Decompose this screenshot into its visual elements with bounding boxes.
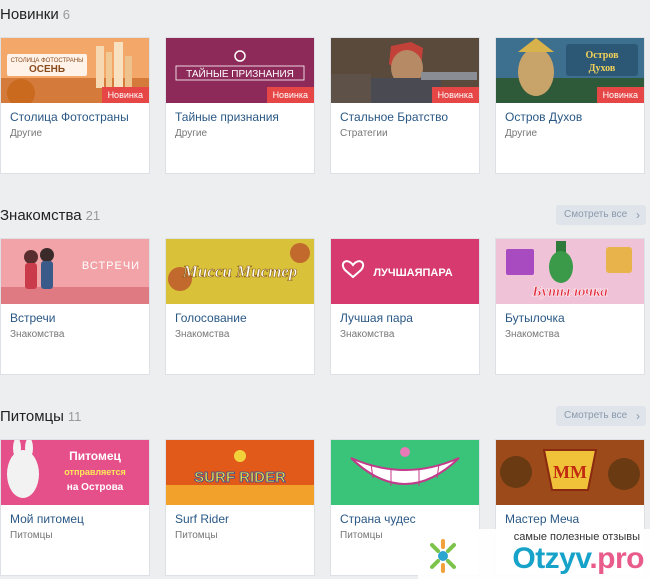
section-title-label: Питомцы: [0, 408, 64, 425]
banner-image: [331, 440, 479, 505]
svg-text:на Острова: на Острова: [67, 482, 124, 493]
game-title[interactable]: Лучшая пара: [340, 311, 413, 325]
see-all-button[interactable]: Смотреть все ›: [556, 406, 646, 426]
game-genre: Питомцы: [340, 530, 383, 541]
section-title-label: Знакомства: [0, 207, 82, 224]
watermark-brand-suffix: .pro: [589, 542, 644, 575]
game-genre: Питомцы: [175, 530, 218, 541]
game-card-ostrov[interactable]: Остров Духов Новинка Остров Духов Другие: [495, 37, 645, 174]
game-genre: Стратегии: [340, 128, 388, 139]
game-card-pitomets[interactable]: Питомец отправляется на Острова Мой пито…: [0, 439, 150, 576]
banner-image: Бутылочка: [496, 239, 644, 304]
game-banner[interactable]: ЛУЧШАЯПАРА: [331, 239, 479, 304]
svg-text:Духов: Духов: [589, 63, 616, 74]
svg-text:Бутылочка: Бутылочка: [531, 284, 608, 300]
game-title[interactable]: Встречи: [10, 311, 55, 325]
banner-image: Мисси Мистер: [166, 239, 314, 304]
watermark-brand-name: Otzyv: [512, 542, 590, 575]
game-title[interactable]: Мастер Меча: [505, 512, 579, 526]
svg-text:Питомец: Питомец: [69, 449, 121, 463]
game-title[interactable]: Голосование: [175, 311, 247, 325]
game-banner[interactable]: MM: [496, 440, 644, 505]
game-banner[interactable]: Новинка: [331, 38, 479, 103]
game-genre: Другие: [175, 128, 208, 139]
chevron-right-icon: ›: [636, 208, 640, 222]
game-title[interactable]: Стальное Братство: [340, 110, 448, 124]
svg-text:ВСТРЕЧИ: ВСТРЕЧИ: [82, 260, 140, 272]
game-title[interactable]: Мой питомец: [10, 512, 84, 526]
section-count: 6: [62, 7, 70, 22]
otzyv-logo-icon: [430, 539, 456, 573]
game-genre: Знакомства: [340, 329, 395, 340]
section-title: Знакомства 21: [0, 207, 100, 224]
game-genre: Другие: [505, 128, 538, 139]
new-badge: Новинка: [101, 87, 149, 103]
section-count: 11: [67, 409, 82, 424]
see-all-button[interactable]: Смотреть все ›: [556, 205, 646, 225]
section-title: Новинки 6: [0, 6, 70, 23]
game-banner[interactable]: ТАЙНЫЕ ПРИЗНАНИЯ Новинка: [166, 38, 314, 103]
game-card-surf-rider[interactable]: SURF RIDER Surf Rider Питомцы: [165, 439, 315, 576]
game-card-stolitsa[interactable]: СТОЛИЦА ФОТОСТРАНЫ ОСЕНЬ Новинка Столица…: [0, 37, 150, 174]
game-card-tainye[interactable]: ТАЙНЫЕ ПРИЗНАНИЯ Новинка Тайные признани…: [165, 37, 315, 174]
game-banner[interactable]: ВСТРЕЧИ: [1, 239, 149, 304]
banner-image: SURF RIDER: [166, 440, 314, 505]
game-genre: Знакомства: [175, 329, 230, 340]
svg-text:MM: MM: [553, 462, 587, 482]
game-genre: Знакомства: [10, 329, 65, 340]
new-badge: Новинка: [431, 87, 479, 103]
game-genre: Другие: [10, 128, 43, 139]
game-genre: Питомцы: [10, 530, 53, 541]
game-banner[interactable]: Мисси Мистер: [166, 239, 314, 304]
game-title[interactable]: Surf Rider: [175, 512, 229, 526]
game-banner[interactable]: СТОЛИЦА ФОТОСТРАНЫ ОСЕНЬ Новинка: [1, 38, 149, 103]
svg-text:Остров: Остров: [586, 50, 620, 61]
section-title-label: Новинки: [0, 6, 59, 23]
game-banner[interactable]: [331, 440, 479, 505]
section-title: Питомцы 11: [0, 408, 81, 425]
see-all-label: Смотреть все: [564, 209, 628, 220]
watermark-brand: Otzyv.pro: [512, 542, 644, 576]
game-card-luchshaya[interactable]: ЛУЧШАЯПАРА Лучшая пара Знакомства: [330, 238, 480, 375]
game-banner[interactable]: Питомец отправляется на Острова: [1, 440, 149, 505]
game-banner[interactable]: Бутылочка: [496, 239, 644, 304]
svg-text:Мисси Мистер: Мисси Мистер: [182, 262, 298, 281]
section-count: 21: [85, 208, 101, 223]
svg-text:ТАЙНЫЕ ПРИЗНАНИЯ: ТАЙНЫЕ ПРИЗНАНИЯ: [186, 67, 294, 80]
svg-text:отправляется: отправляется: [64, 467, 125, 477]
see-all-label: Смотреть все: [564, 410, 628, 421]
game-title[interactable]: Тайные признания: [175, 110, 279, 124]
game-card-vstrechi[interactable]: ВСТРЕЧИ Встречи Знакомства: [0, 238, 150, 375]
new-badge: Новинка: [596, 87, 644, 103]
game-genre: Знакомства: [505, 329, 560, 340]
game-title[interactable]: Страна чудес: [340, 512, 416, 526]
banner-image: Питомец отправляется на Острова: [1, 440, 149, 505]
svg-text:SURF RIDER: SURF RIDER: [194, 469, 286, 486]
game-title[interactable]: Остров Духов: [505, 110, 582, 124]
watermark: самые полезные отзывы Otzyv.pro: [418, 529, 650, 579]
banner-image: MM: [496, 440, 644, 505]
game-card-stalnoe[interactable]: Новинка Стальное Братство Стратегии: [330, 37, 480, 174]
banner-image: ВСТРЕЧИ: [1, 239, 149, 304]
chevron-right-icon: ›: [636, 409, 640, 423]
svg-text:ЛУЧШАЯПАРА: ЛУЧШАЯПАРА: [373, 267, 452, 279]
new-badge: Новинка: [266, 87, 314, 103]
game-card-golosovanie[interactable]: Мисси Мистер Голосование Знакомства: [165, 238, 315, 375]
banner-image: ЛУЧШАЯПАРА: [331, 239, 479, 304]
svg-text:ОСЕНЬ: ОСЕНЬ: [29, 64, 65, 75]
game-title[interactable]: Бутылочка: [505, 311, 565, 325]
game-title[interactable]: Столица Фотостраны: [10, 110, 129, 124]
game-card-butylochka[interactable]: Бутылочка Бутылочка Знакомства: [495, 238, 645, 375]
game-banner[interactable]: SURF RIDER: [166, 440, 314, 505]
game-banner[interactable]: Остров Духов Новинка: [496, 38, 644, 103]
